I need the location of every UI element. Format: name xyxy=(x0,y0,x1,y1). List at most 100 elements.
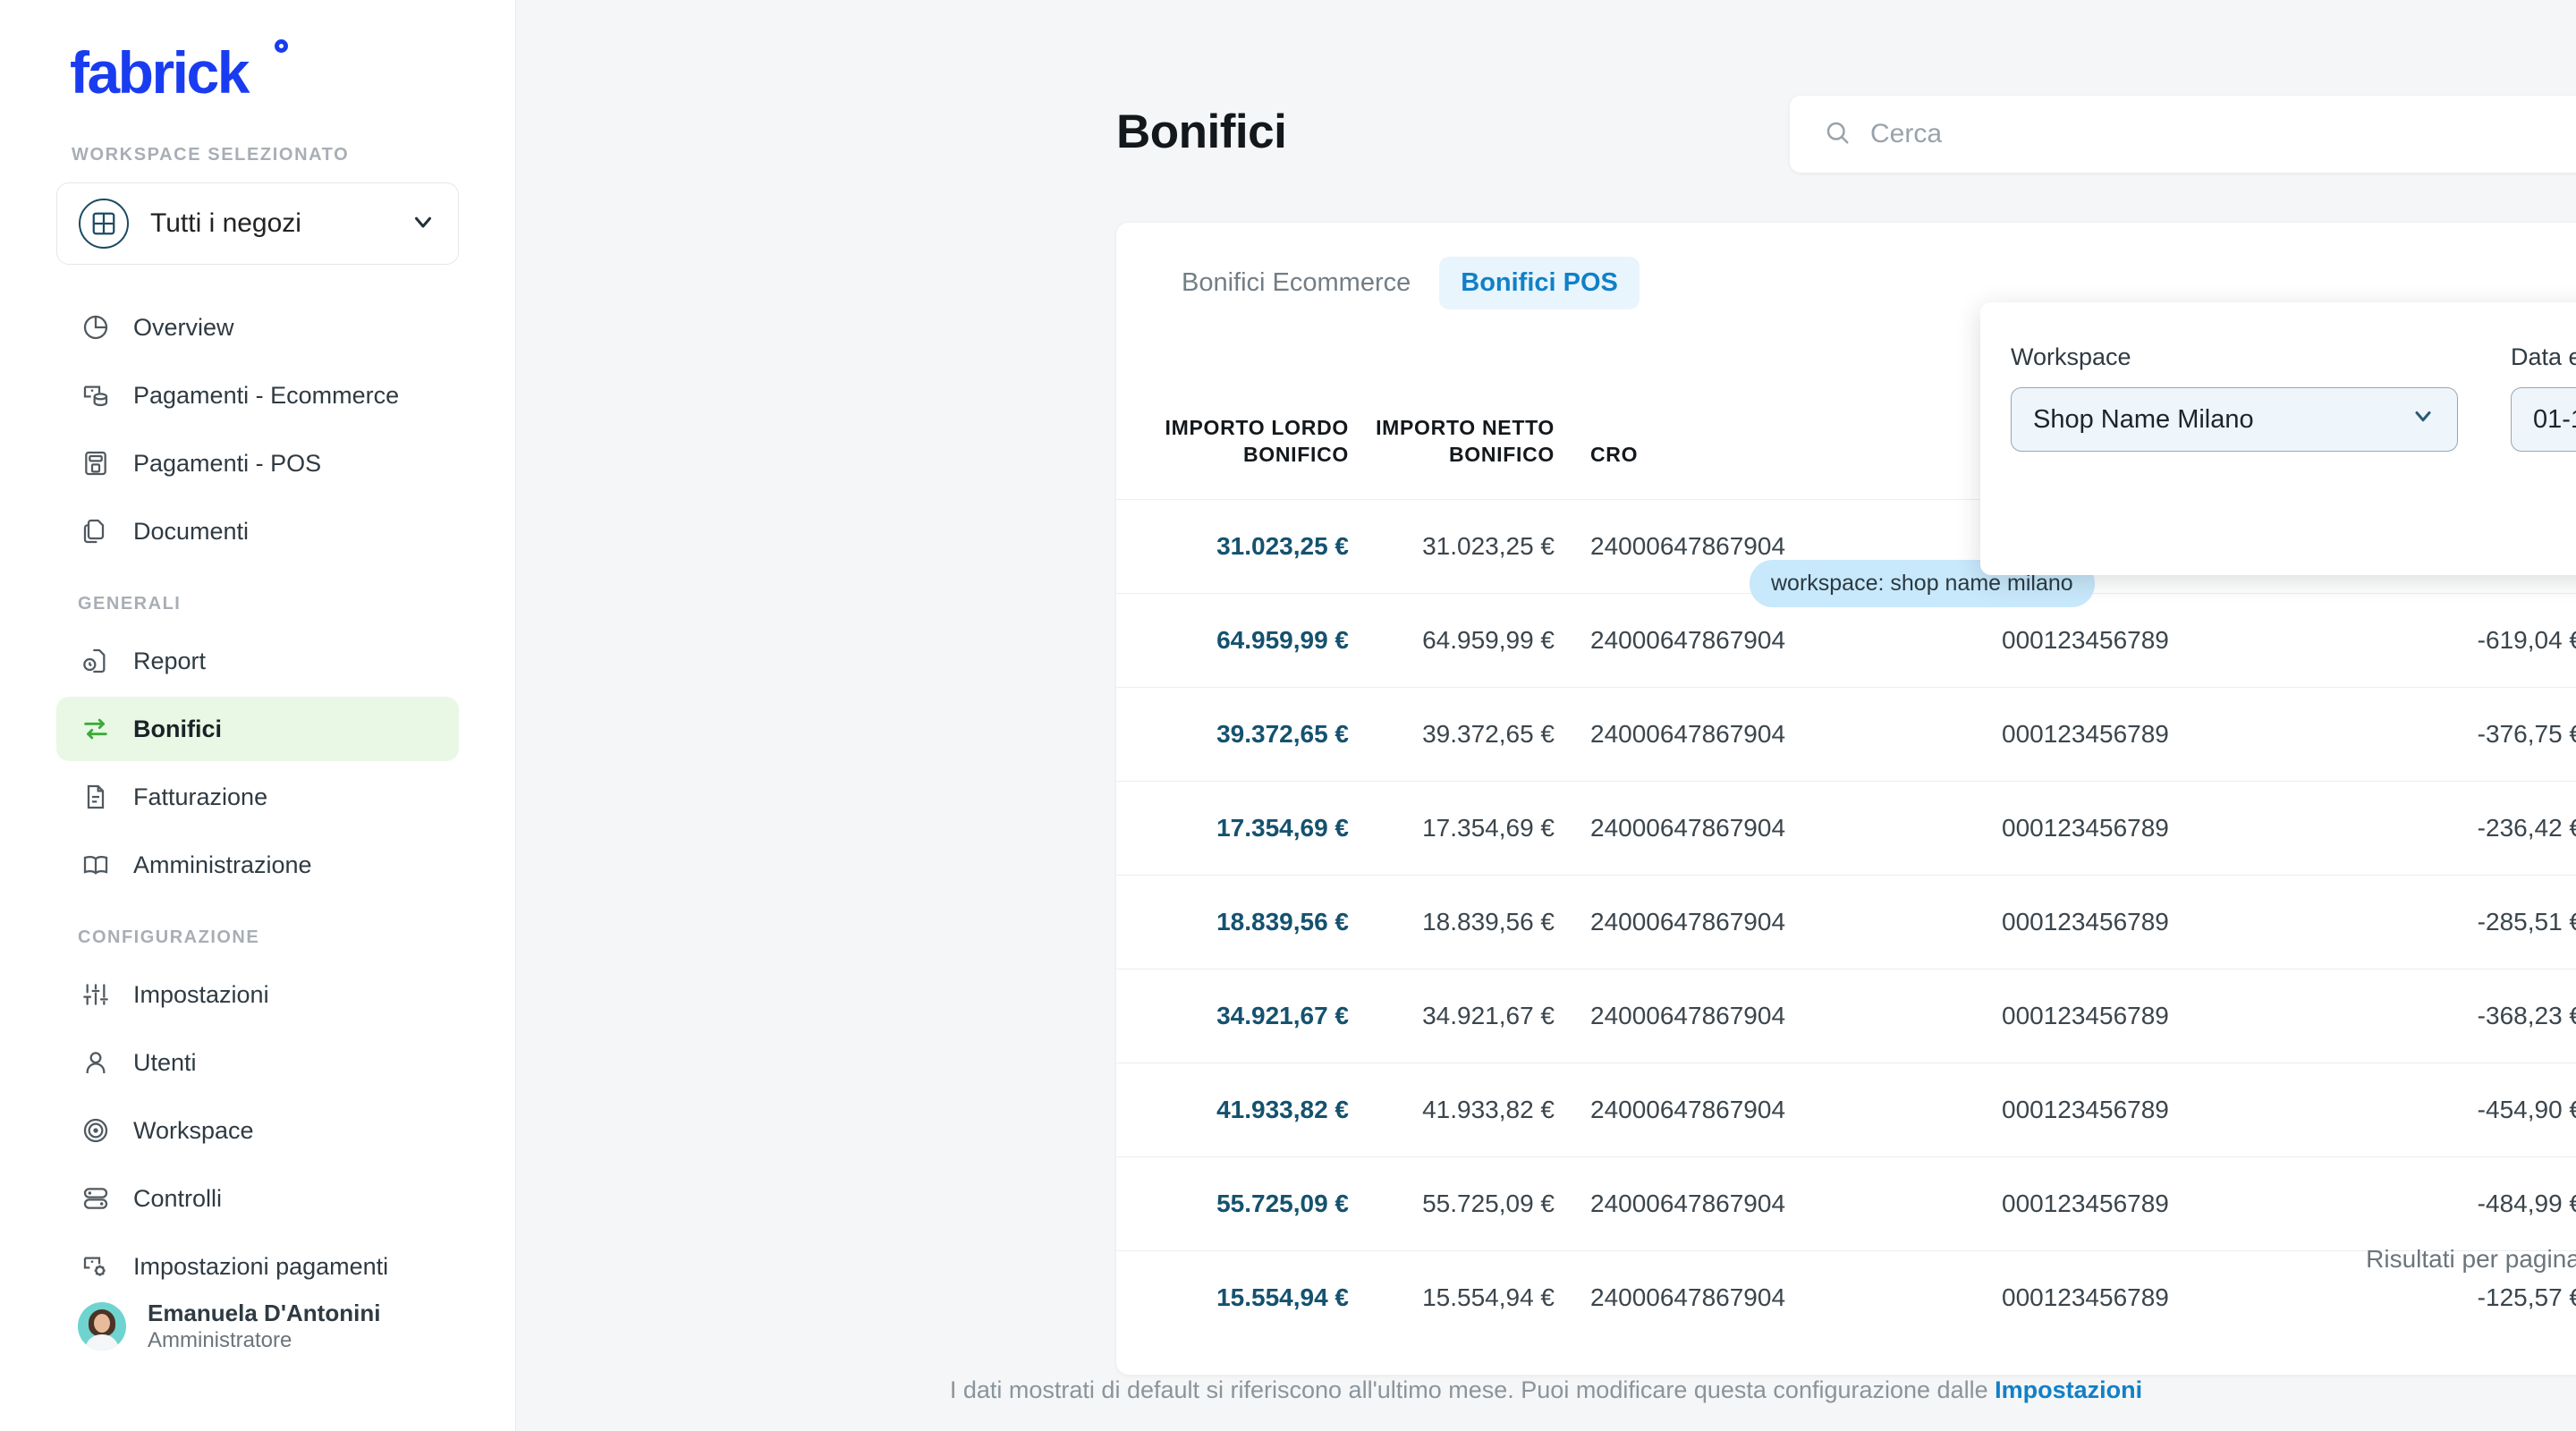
results-per-page-label: Risultati per pagina xyxy=(2366,1245,2576,1273)
search-icon xyxy=(1824,119,1851,150)
fabrick-logo[interactable]: fabrick xyxy=(70,39,288,102)
bonifico-lordo-cell: 34.921,67 € xyxy=(1116,968,1349,1063)
sidebar-item-impostazioni[interactable]: Impostazioni xyxy=(56,962,459,1027)
table-row[interactable]: 15.554,94 €15.554,94 € 24000647867904 0001… xyxy=(1116,1249,2576,1345)
spacer xyxy=(1859,686,2002,782)
spacer xyxy=(2234,592,2386,688)
tab-bonifici-ecommerce[interactable]: Bonifici Ecommerce xyxy=(1160,257,1432,309)
col-cro: CRO xyxy=(1590,442,1639,466)
user-profile[interactable]: Emanuela D'Antonini Amministratore xyxy=(78,1299,380,1355)
table-row[interactable]: 18.839,56 €18.839,56 € 24000647867904 0001… xyxy=(1116,874,2576,970)
user-role: Amministratore xyxy=(148,1328,292,1352)
id-bonifico-cell: 000123456789 xyxy=(2002,686,2234,782)
pie-chart-icon xyxy=(78,313,114,342)
sidebar-group-configurazione: CONFIGURAZIONE xyxy=(78,927,260,947)
table-row[interactable]: 41.933,82 €41.933,82 € 24000647867904 0001… xyxy=(1116,1062,2576,1157)
sidebar-group-generali: GENERALI xyxy=(78,594,182,614)
bonifico-lordo-cell: 64.959,99 € xyxy=(1116,592,1349,688)
spacer xyxy=(1859,780,2002,876)
cro-cell: 24000647867904 xyxy=(1590,874,1859,970)
sidebar-item-overview[interactable]: Overview xyxy=(56,295,459,360)
chevron-down-icon xyxy=(410,208,436,240)
spacer xyxy=(2234,1062,2386,1157)
sidebar-item-controlli[interactable]: Controlli xyxy=(56,1166,459,1231)
commissioni-cell: -619,04 € xyxy=(2386,592,2576,688)
commissioni-cell: -285,51 € xyxy=(2386,874,2576,970)
bonifico-netto-cell: 31.023,25 € xyxy=(1349,498,1555,594)
bonifico-lordo-cell: 39.372,65 € xyxy=(1116,686,1349,782)
spacer xyxy=(1555,592,1590,688)
commissioni-cell: -236,42 € xyxy=(2386,780,2576,876)
cro-cell: 24000647867904 xyxy=(1590,780,1859,876)
date-from-input[interactable]: 01-11-2024 xyxy=(2511,387,2576,452)
report-clock-icon xyxy=(78,647,114,675)
sidebar-item-pagamenti-pos[interactable]: Pagamenti - POS xyxy=(56,431,459,495)
sidebar-item-label: Impostazioni pagamenti xyxy=(133,1252,389,1280)
sidebar-item-pagamenti-ecommerce[interactable]: Pagamenti - Ecommerce xyxy=(56,363,459,428)
spacer xyxy=(1859,592,2002,688)
filter-workspace-select[interactable]: Shop Name Milano xyxy=(2011,387,2458,452)
cro-cell: 24000647867904 xyxy=(1590,968,1859,1063)
filter-workspace-label: Workspace xyxy=(2011,343,2131,370)
pagination: Risultati per pagina 10 su ••• xyxy=(2366,1232,2576,1287)
col-importo-lordo: IMPORTO LORDO BONIFICO xyxy=(1165,416,1349,466)
table-row[interactable]: 55.725,09 €55.725,09 € 24000647867904 0001… xyxy=(1116,1156,2576,1251)
id-bonifico-cell: 000123456789 xyxy=(2002,874,2234,970)
spacer xyxy=(1555,968,1590,1063)
search-input[interactable]: Cerca xyxy=(1790,96,2576,173)
col-importo-netto: IMPORTO NETTO BONIFICO xyxy=(1376,416,1555,466)
sidebar-item-report[interactable]: Report xyxy=(56,629,459,693)
main-content: Bonifici Cerca Bonifici Ecommerce Bonifi… xyxy=(516,0,2576,1431)
cro-cell: 24000647867904 xyxy=(1590,592,1859,688)
commissioni-cell: -376,75 € xyxy=(2386,686,2576,782)
user-icon xyxy=(78,1048,114,1077)
documents-icon xyxy=(78,517,114,546)
user-meta: Emanuela D'Antonini Amministratore xyxy=(148,1299,380,1355)
sidebar-item-impostazioni-pagamenti[interactable]: Impostazioni pagamenti xyxy=(56,1234,459,1299)
spacer xyxy=(1555,498,1590,594)
table-row[interactable]: 17.354,69 €17.354,69 € 24000647867904 0001… xyxy=(1116,780,2576,876)
sidebar-item-label: Pagamenti - Ecommerce xyxy=(133,381,400,409)
cro-cell: 24000647867904 xyxy=(1590,1062,1859,1157)
workspace-selector[interactable]: Tutti i negozi xyxy=(56,182,459,265)
id-bonifico-cell: 000123456789 xyxy=(2002,1156,2234,1251)
spacer xyxy=(2234,1156,2386,1251)
spacer xyxy=(2234,1249,2386,1345)
table-row[interactable]: 64.959,99 €64.959,99 € 24000647867904 0001… xyxy=(1116,592,2576,688)
bonifico-netto-cell: 39.372,65 € xyxy=(1349,686,1555,782)
sliders-icon xyxy=(78,980,114,1009)
table-row[interactable]: 39.372,65 €39.372,65 € 24000647867904 0001… xyxy=(1116,686,2576,782)
logo-text: fabrick xyxy=(70,39,250,106)
sidebar-item-amministrazione[interactable]: Amministrazione xyxy=(56,833,459,897)
footer-note: I dati mostrati di default si riferiscon… xyxy=(516,1376,2576,1404)
id-bonifico-cell: 000123456789 xyxy=(2002,1062,2234,1157)
bonifico-netto-cell: 64.959,99 € xyxy=(1349,592,1555,688)
spacer xyxy=(1859,1156,2002,1251)
spacer xyxy=(1859,1249,2002,1345)
spacer xyxy=(2234,874,2386,970)
table-row[interactable]: 34.921,67 €34.921,67 € 24000647867904 0001… xyxy=(1116,968,2576,1063)
id-bonifico-cell: 000123456789 xyxy=(2002,780,2234,876)
id-bonifico-cell: 000123456789 xyxy=(2002,968,2234,1063)
footer-note-text: I dati mostrati di default si riferiscon… xyxy=(949,1376,1996,1403)
spacer xyxy=(1555,780,1590,876)
pos-terminal-icon xyxy=(78,449,114,478)
sidebar-item-documenti[interactable]: Documenti xyxy=(56,499,459,563)
grid-icon xyxy=(79,199,129,249)
sidebar-item-bonifici[interactable]: Bonifici xyxy=(56,697,459,761)
bonifico-netto-cell: 18.839,56 € xyxy=(1349,874,1555,970)
tab-bonifici-pos[interactable]: Bonifici POS xyxy=(1439,257,1640,309)
invoice-icon xyxy=(78,783,114,811)
tab-bar: Bonifici Ecommerce Bonifici POS xyxy=(1160,257,1640,309)
sidebar: fabrick WORKSPACE SELEZIONATO Tutti i ne… xyxy=(0,0,516,1431)
bonifico-lordo-cell: 18.839,56 € xyxy=(1116,874,1349,970)
sidebar-item-workspace[interactable]: Workspace xyxy=(56,1098,459,1163)
impostazioni-link[interactable]: Impostazioni xyxy=(1995,1376,2142,1403)
sidebar-item-fatturazione[interactable]: Fatturazione xyxy=(56,765,459,829)
sidebar-item-label: Controlli xyxy=(133,1184,223,1212)
workspace-selected-label: Tutti i negozi xyxy=(150,208,301,238)
sidebar-item-utenti[interactable]: Utenti xyxy=(56,1030,459,1095)
filter-panel: Workspace Shop Name Milano Data emission… xyxy=(1980,302,2576,575)
sidebar-nav: Overview Pagamenti - Ecommerce Pagamenti… xyxy=(56,295,459,1302)
app-root: fabrick WORKSPACE SELEZIONATO Tutti i ne… xyxy=(0,0,2576,1431)
